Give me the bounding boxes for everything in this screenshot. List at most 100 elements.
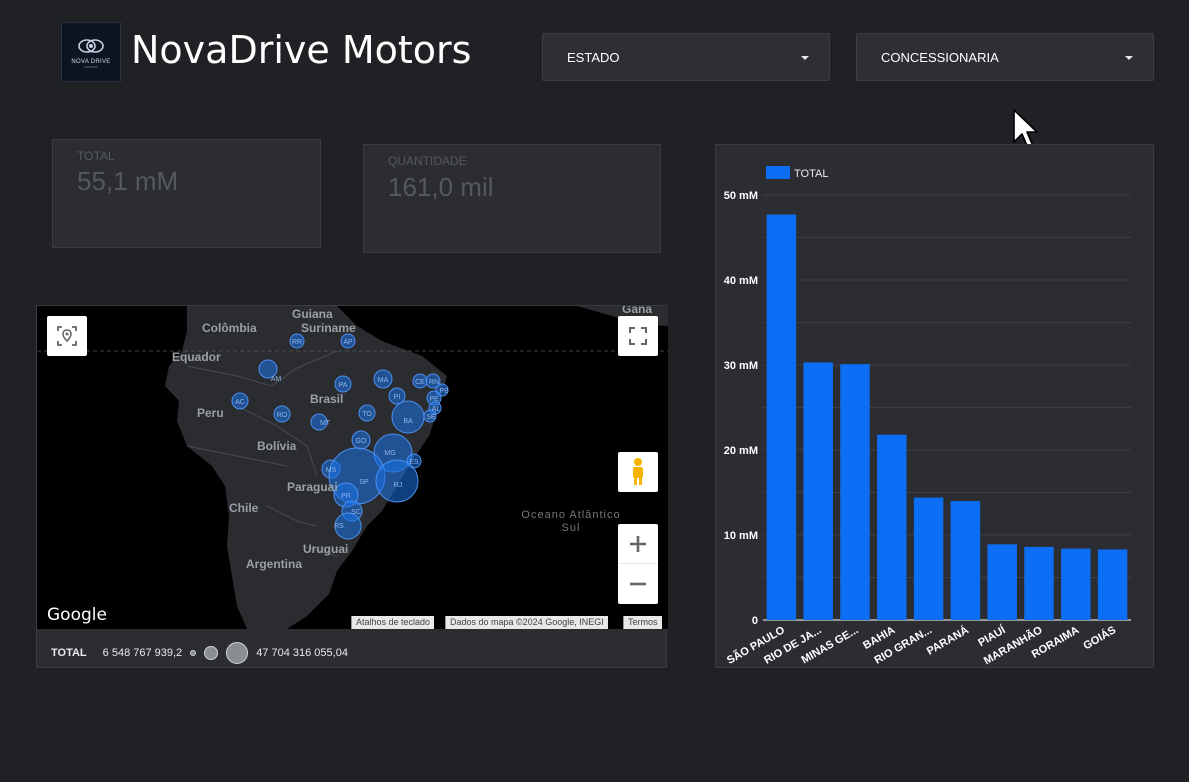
map-country-label: Bolívia	[257, 439, 297, 453]
bar[interactable]	[877, 434, 907, 620]
estado-filter-label: ESTADO	[567, 49, 620, 65]
state-label: PA	[339, 382, 348, 389]
legend-large-circle	[226, 642, 249, 664]
state-label: MG	[384, 450, 395, 457]
fullscreen-button[interactable]	[618, 316, 658, 356]
terms-link[interactable]: Termos	[623, 616, 662, 629]
map-size-legend: TOTAL 6 548 767 939,2 47 704 316 055,04	[51, 642, 348, 664]
bar[interactable]	[803, 362, 833, 620]
state-label: RJ	[394, 482, 403, 489]
bubble-map-panel: AM RR AP PA MA CE RN PB PE AL SE PI AC R…	[36, 305, 668, 668]
state-label: GO	[356, 438, 367, 445]
bar[interactable]	[840, 364, 870, 620]
state-label: SP	[359, 479, 369, 486]
map-bubble[interactable]	[391, 400, 425, 434]
bar-chart-panel: 0 10 mM 20 mM 30 mM 40 mM 50 mM SÃO PAULO RIO …	[715, 144, 1154, 668]
zoom-in-icon	[630, 535, 646, 552]
state-label: SE	[426, 414, 436, 421]
estado-filter-dropdown[interactable]: ESTADO	[542, 33, 830, 81]
google-logo: Google	[47, 605, 107, 625]
bar[interactable]	[1061, 548, 1091, 620]
concessionaria-filter-dropdown[interactable]: CONCESSIONARIA	[856, 33, 1154, 81]
state-label: CE	[415, 379, 425, 386]
bar[interactable]	[1024, 546, 1054, 620]
map-data-attribution[interactable]: Dados do mapa ©2024 Google, INEGI	[445, 616, 608, 629]
page-title: NovaDrive Motors	[131, 28, 472, 72]
map-country-label: Chile	[229, 501, 259, 515]
map-bubble[interactable]	[375, 459, 419, 503]
map-country-label: Gana	[622, 306, 653, 316]
state-label: BA	[403, 418, 413, 425]
concessionaria-filter-label: CONCESSIONARIA	[881, 49, 999, 65]
bubble-map[interactable]: AM RR AP PA MA CE RN PB PE AL SE PI AC R…	[37, 306, 668, 629]
logo-mark-icon	[78, 39, 104, 53]
y-tick-label: 30 mM	[724, 360, 758, 372]
bar[interactable]	[913, 497, 944, 620]
state-label: ES	[409, 459, 419, 466]
fullscreen-icon	[629, 327, 647, 345]
legend-label: TOTAL	[794, 168, 828, 180]
company-logo: NOVA DRIVE MOTORS	[61, 22, 121, 82]
state-label: PI	[394, 394, 401, 401]
state-label: RO	[277, 412, 288, 419]
keyboard-shortcuts-link[interactable]: Atalhos de teclado	[351, 616, 435, 629]
y-tick-label: 20 mM	[724, 445, 758, 457]
y-tick-label: 10 mM	[724, 530, 758, 542]
map-country-label: Equador	[172, 350, 221, 364]
bar[interactable]	[766, 214, 797, 621]
state-label: PE	[429, 396, 439, 403]
state-label: RS	[334, 523, 344, 530]
map-country-label: Uruguai	[303, 542, 349, 556]
bar[interactable]	[950, 501, 981, 620]
pegman-icon	[633, 458, 643, 485]
map-country-label: Paraguai	[287, 480, 338, 494]
quantidade-scorecard-label: QUANTIDADE	[388, 154, 467, 168]
map-base: AM RR AP PA MA CE RN PB PE AL SE PI AC R…	[37, 306, 668, 629]
total-scorecard-label: TOTAL	[77, 149, 115, 163]
zoom-in-button[interactable]	[618, 524, 658, 564]
total-scorecard-value: 55,1 mM	[77, 166, 179, 196]
street-view-button[interactable]	[618, 452, 658, 492]
map-country-label: Brasil	[310, 392, 344, 406]
state-label: MA	[378, 377, 389, 384]
locate-icon	[57, 326, 77, 346]
state-label: SC	[351, 509, 361, 516]
total-scorecard: TOTAL 55,1 mM	[52, 139, 321, 248]
state-label: PR	[341, 493, 351, 500]
locate-button[interactable]	[47, 316, 87, 356]
quantidade-scorecard-value: 161,0 mil	[388, 172, 494, 202]
zoom-control	[618, 524, 658, 604]
legend-max-value: 47 704 316 055,04	[256, 647, 348, 659]
legend-swatch	[766, 166, 790, 179]
quantidade-scorecard: QUANTIDADE 161,0 mil	[363, 144, 661, 253]
zoom-out-button[interactable]	[618, 564, 658, 604]
map-country-label: Suriname	[301, 321, 356, 335]
zoom-out-icon	[630, 582, 646, 586]
state-label: AP	[343, 339, 353, 346]
state-label: MS	[326, 467, 337, 474]
state-label: TO	[362, 411, 372, 418]
x-tick-label: PARANÁ	[924, 623, 971, 657]
state-label: MT	[320, 420, 331, 427]
logo-subtext: MOTORS	[84, 65, 98, 69]
y-tick-label: 50 mM	[724, 190, 758, 202]
map-ocean-label: Oceano Atlântico Sul	[521, 509, 621, 534]
chevron-down-icon	[801, 56, 809, 60]
bar[interactable]	[987, 544, 1017, 620]
state-label: AL	[432, 406, 441, 413]
state-label: AC	[235, 399, 245, 406]
state-label: PB	[439, 388, 449, 395]
state-label: RN	[429, 379, 439, 386]
legend-medium-circle	[204, 646, 219, 660]
state-label: RR	[292, 339, 302, 346]
legend-title: TOTAL	[51, 647, 87, 659]
legend-small-circle	[190, 650, 197, 656]
map-country-label: Argentina	[246, 557, 303, 571]
legend-min-value: 6 548 767 939,2	[102, 647, 183, 659]
x-tick-label: GOIÁS	[1081, 623, 1118, 652]
map-country-label: Peru	[197, 406, 224, 420]
y-tick-label: 40 mM	[724, 275, 758, 287]
bar-chart[interactable]: 010 mM20 mM30 mM40 mM50 mM SÃO PAULORIO …	[716, 145, 1155, 669]
y-tick-label: 0	[752, 615, 758, 627]
bar[interactable]	[1097, 549, 1128, 620]
